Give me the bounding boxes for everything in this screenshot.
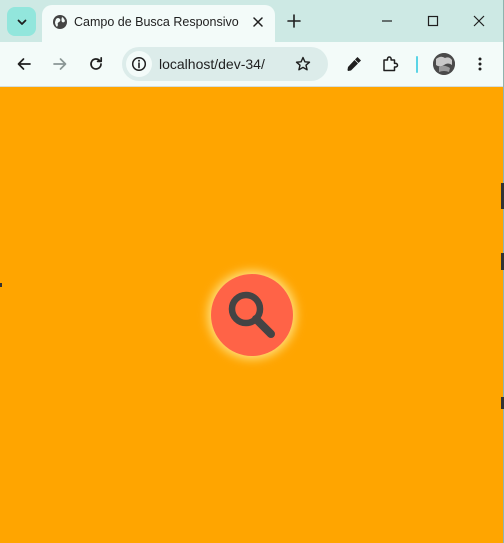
tab-search-button[interactable]	[7, 7, 36, 36]
extensions-button[interactable]	[376, 50, 404, 78]
extensions-icon	[383, 56, 399, 72]
tab-close-button[interactable]	[248, 12, 268, 32]
browser-tab-active[interactable]: Campo de Busca Responsivo	[42, 5, 275, 42]
maximize-icon	[427, 15, 439, 27]
tab-title: Campo de Busca Responsivo	[74, 15, 239, 29]
info-icon	[131, 56, 147, 72]
minimize-icon	[382, 20, 392, 22]
star-icon	[295, 56, 311, 71]
eyedropper-icon	[347, 57, 361, 71]
url-text[interactable]: localhost/dev-34/	[159, 56, 265, 72]
back-button[interactable]	[10, 50, 38, 78]
search-icon	[228, 291, 275, 338]
maximize-button[interactable]	[419, 8, 447, 34]
avatar[interactable]	[433, 53, 455, 75]
browser-toolbar: localhost/dev-34/	[0, 42, 503, 87]
menu-button[interactable]	[466, 50, 494, 78]
close-icon	[473, 15, 485, 27]
profile-picture	[433, 53, 455, 75]
tab-strip: Campo de Busca Responsivo	[0, 0, 503, 42]
globe-icon	[53, 15, 67, 29]
bookmark-button[interactable]	[292, 53, 314, 75]
forward-icon	[53, 58, 67, 70]
site-info-button[interactable]	[126, 51, 152, 77]
address-bar[interactable]: localhost/dev-34/	[122, 47, 328, 81]
chevron-down-icon	[17, 19, 26, 25]
page-content	[0, 87, 503, 543]
browser-window: Campo de Busca Responsivo localhost/dev-…	[0, 0, 504, 543]
minimize-button[interactable]	[373, 8, 401, 34]
search-button[interactable]	[211, 274, 293, 356]
forward-button[interactable]	[46, 50, 74, 78]
toolbar-divider	[416, 56, 418, 73]
new-tab-button[interactable]	[283, 10, 305, 32]
edge-artifact	[0, 283, 2, 287]
plus-icon	[287, 14, 301, 28]
eyedropper-button[interactable]	[340, 50, 368, 78]
window-close-button[interactable]	[465, 8, 493, 34]
more-icon	[478, 57, 482, 71]
reload-button[interactable]	[82, 50, 110, 78]
back-icon	[17, 58, 31, 70]
close-icon	[253, 17, 263, 27]
reload-icon	[90, 56, 103, 70]
